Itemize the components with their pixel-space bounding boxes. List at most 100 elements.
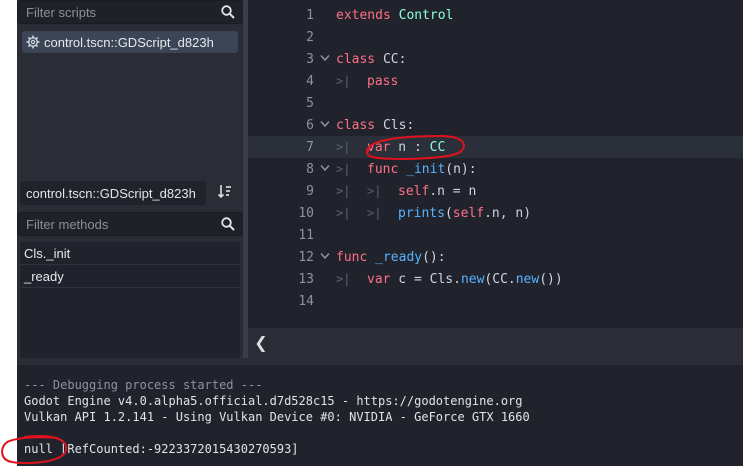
code-token: var [367,271,391,287]
code-text: >| pass [336,74,398,89]
line-number: 9 [306,183,314,199]
code-token: _ready [375,249,423,265]
code-token: ( [444,205,453,221]
line-number: 3 [306,51,314,67]
line-number: 12 [298,249,314,265]
chevron-down-icon[interactable] [314,120,336,131]
code-line[interactable]: 6 class Cls: [248,114,743,136]
code-text: func _ready(): [336,250,446,265]
code-line[interactable]: 11 [248,224,743,246]
line-number: 5 [306,95,314,111]
line-number: 8 [306,161,314,177]
code-token: self [452,205,485,221]
code-token: c = Cls. [390,271,461,287]
line-number: 7 [306,139,314,155]
method-item[interactable]: _ready [20,265,240,288]
code-token: (CC. [484,271,516,287]
code-line[interactable]: 7 >| var n : CC [248,136,743,158]
code-token: Cls: [375,117,415,133]
code-line[interactable]: 4 >| pass [248,70,743,92]
code-token: (): [422,249,446,265]
line-number: 2 [306,29,314,45]
code-line[interactable]: 3 class CC: [248,48,743,70]
line-number: 13 [298,271,314,287]
chevron-down-icon[interactable] [314,252,336,263]
code-line[interactable]: 2 [248,26,743,48]
tab-marker-icon: >| [336,183,351,198]
current-script-name: control.tscn::GDScript_d823h [20,181,206,205]
script-list-item[interactable]: control.tscn::GDScript_d823h [22,31,238,53]
code-line[interactable]: 13 >| var c = Cls.new(CC.new()) [248,268,743,290]
code-text: >| >| prints(self.n, n) [336,206,531,221]
code-token: class [336,117,376,133]
search-icon [214,5,242,19]
tab-marker-icon: >| [336,271,351,286]
code-token: Control [398,7,454,23]
code-text: class CC: [336,52,406,67]
output-line: --- Debugging process started --- [24,378,263,392]
editor-footer [248,328,743,358]
code-line[interactable]: 12 func _ready(): [248,246,743,268]
tab-marker-icon: >| [367,183,382,198]
code-line[interactable]: 5 [248,92,743,114]
code-text: class Cls: [336,118,414,133]
filter-scripts-placeholder: Filter scripts [26,4,97,20]
tab-marker-icon: >| [336,73,351,88]
line-number: 4 [306,73,314,89]
code-line[interactable]: 8 >| func _init(n): [248,158,743,180]
code-text: >| var c = Cls.new(CC.new()) [336,272,563,287]
line-number: 14 [298,293,314,309]
code-token: new [460,271,485,287]
line-number: 6 [306,117,314,133]
chevron-down-icon[interactable] [314,54,336,65]
code-token: extends [336,7,391,23]
code-token: (n): [445,161,477,177]
gear-icon [22,35,44,49]
code-line[interactable]: 9 >| >| self.n = n [248,180,743,202]
annotation-circle [1,435,68,465]
method-item[interactable]: Cls._init [20,242,240,265]
code-token: .n, n) [484,205,532,221]
code-token: pass [367,73,399,89]
code-text: extends Control [336,8,453,23]
code-line[interactable]: 10 >| >| prints(self.n, n) [248,202,743,224]
search-icon [214,217,242,231]
code-token: ()) [539,271,563,287]
code-token: func [367,161,399,177]
filter-scripts-input[interactable]: Filter scripts [17,0,243,24]
line-number: 10 [298,205,314,221]
script-item-label: control.tscn::GDScript_d823h [44,34,214,50]
output-line: Godot Engine v4.0.alpha5.official.d7d528… [24,394,523,408]
scripts-panel [17,0,243,172]
tab-marker-icon: >| [336,205,351,220]
methods-list: Cls._init _ready [20,242,240,358]
tab-marker-icon: >| [367,205,382,220]
code-token: _init [406,161,446,177]
collapse-panel-icon[interactable]: ❮ [253,332,269,352]
annotation-circle [365,134,465,160]
output-line: Vulkan API 1.2.141 - Using Vulkan Device… [24,410,530,424]
chevron-down-icon[interactable] [314,164,336,175]
sort-icon [217,183,233,203]
code-text: >| >| self.n = n [336,184,476,199]
filter-methods-placeholder: Filter methods [26,216,109,232]
code-token: class [336,51,376,67]
line-number: 11 [298,227,314,243]
code-token: func [336,249,368,265]
code-line[interactable]: 1 extends Control [248,4,743,26]
tab-marker-icon: >| [336,161,351,176]
filter-methods-input[interactable]: Filter methods [17,212,243,236]
sort-methods-button[interactable] [209,181,241,205]
code-line[interactable]: 14 [248,290,743,312]
code-token: prints [398,205,445,221]
code-token: self [398,183,430,199]
code-token: .n = n [429,183,477,199]
line-number: 1 [306,7,314,23]
output-separator [17,358,743,365]
code-token: CC: [375,51,407,67]
code-text: >| func _init(n): [336,162,477,177]
code-token: new [515,271,540,287]
